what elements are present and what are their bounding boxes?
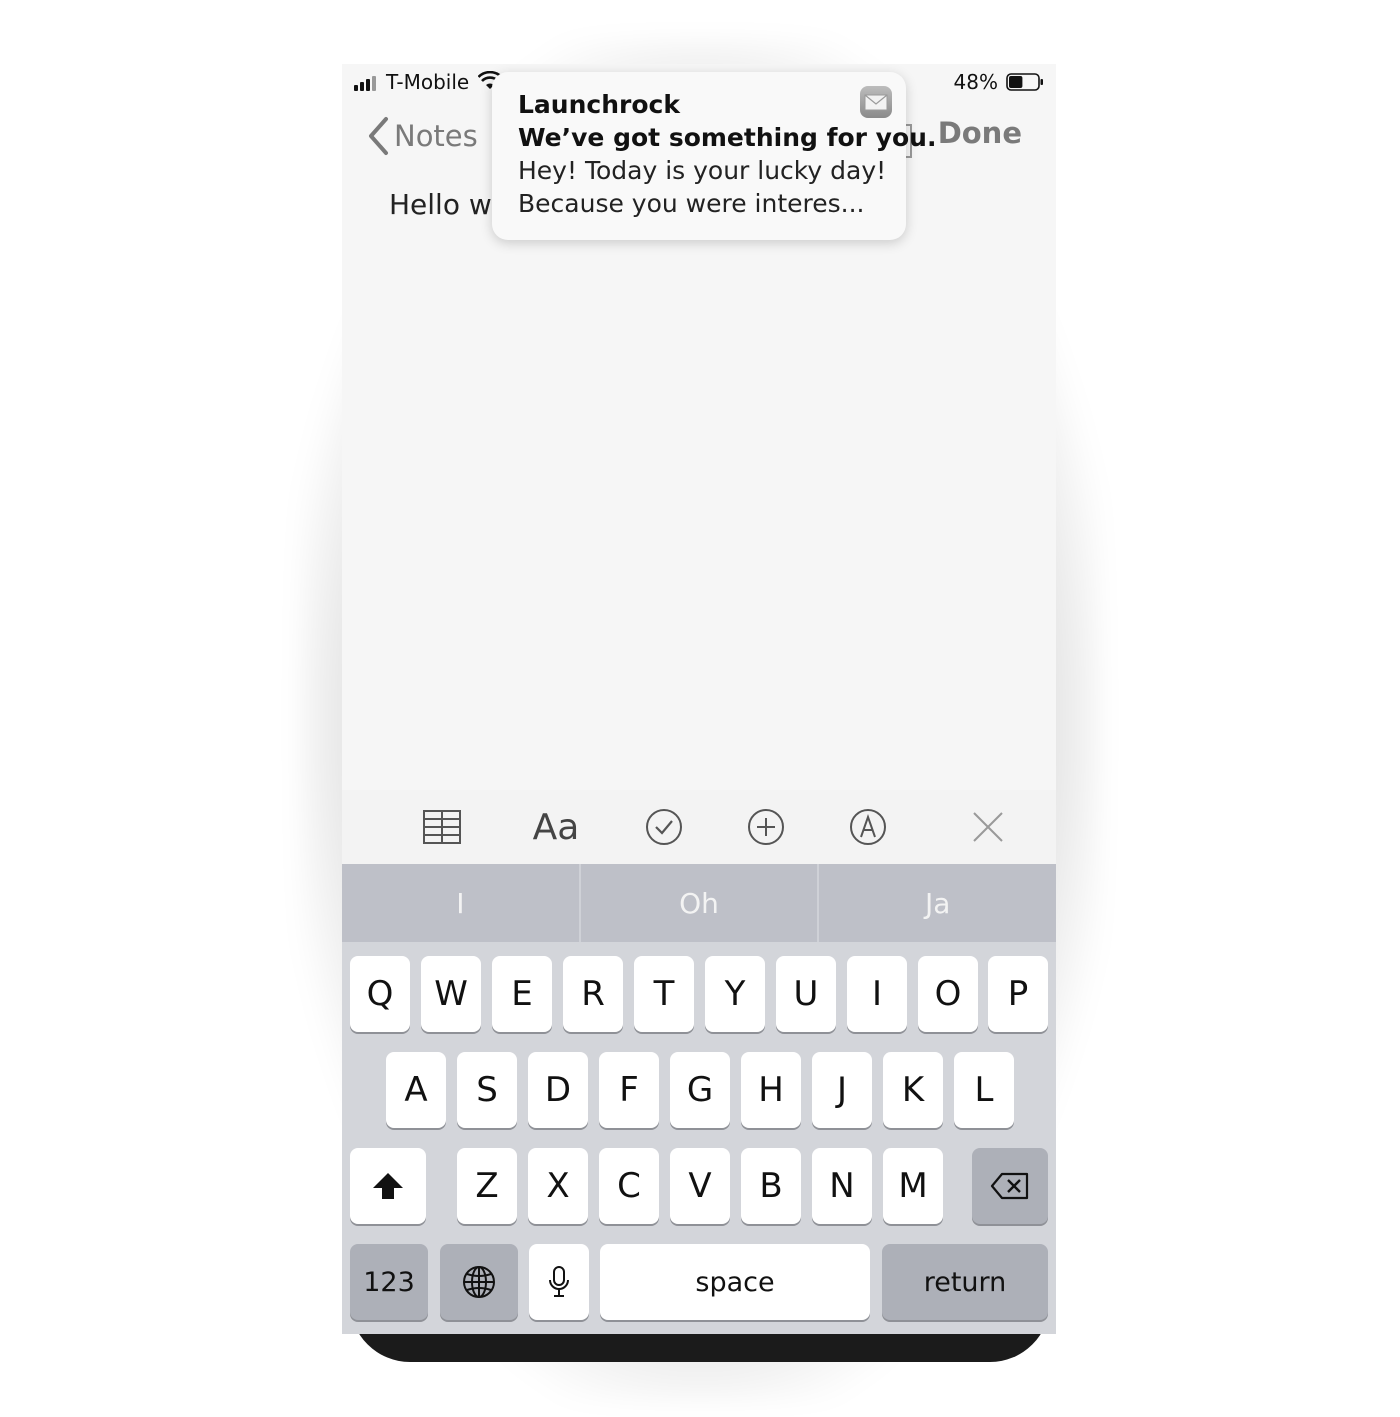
predictive-text-bar: I Oh Ja [342,864,1056,942]
key-k[interactable]: K [883,1052,943,1128]
formatting-toolbar: Aa [342,790,1056,864]
key-d[interactable]: D [528,1052,588,1128]
key-p[interactable]: P [988,956,1048,1032]
return-key[interactable]: return [882,1244,1048,1320]
phone-screen: T-Mobile 48% Notes Done Hello wo Aa I Oh… [342,64,1056,1334]
key-c[interactable]: C [599,1148,659,1224]
key-t[interactable]: T [634,956,694,1032]
delete-key[interactable] [972,1148,1048,1224]
format-text-icon[interactable]: Aa [526,790,586,864]
note-body-text[interactable]: Hello wo [389,188,509,221]
notification-app-name: Launchrock [518,90,680,119]
key-z[interactable]: Z [457,1148,517,1224]
key-y[interactable]: Y [705,956,765,1032]
mail-icon [860,86,892,118]
battery-icon [1006,73,1043,91]
notification-title: We’ve got something for you. [518,123,937,152]
done-button[interactable]: Done [938,116,1022,150]
key-n[interactable]: N [812,1148,872,1224]
notification-body-line: Because you were interes... [518,189,865,218]
shift-icon [373,1173,403,1199]
globe-key[interactable] [440,1244,518,1320]
microphone-icon [549,1266,569,1297]
backspace-icon [990,1172,1029,1200]
back-button[interactable]: Notes [366,114,478,158]
numbers-key[interactable]: 123 [350,1244,428,1320]
suggestion-item[interactable]: I [342,864,581,942]
key-m[interactable]: M [883,1148,943,1224]
notification-banner[interactable]: Launchrock We’ve got something for you. … [492,72,936,240]
key-w[interactable]: W [421,956,481,1032]
keyboard: Q W E R T Y U I O P A S D F G H J K L Z … [342,942,1056,1334]
signal-strength-icon [354,75,380,91]
add-icon[interactable] [744,790,788,864]
key-f[interactable]: F [599,1052,659,1128]
key-g[interactable]: G [670,1052,730,1128]
carrier-name: T-Mobile [386,70,470,94]
table-icon[interactable] [418,790,466,864]
shift-key[interactable] [350,1148,426,1224]
key-x[interactable]: X [528,1148,588,1224]
key-v[interactable]: V [670,1148,730,1224]
close-icon[interactable] [968,790,1008,864]
battery-percentage: 48% [953,70,998,94]
notification-body-line: Hey! Today is your lucky day! [518,156,887,185]
key-o[interactable]: O [918,956,978,1032]
chevron-left-icon [369,117,388,155]
dictation-key[interactable] [529,1244,589,1320]
key-l[interactable]: L [954,1052,1014,1128]
suggestion-item[interactable]: Ja [819,864,1056,942]
key-q[interactable]: Q [350,956,410,1032]
markup-icon[interactable] [846,790,890,864]
globe-icon [463,1266,495,1298]
key-j[interactable]: J [812,1052,872,1128]
key-u[interactable]: U [776,956,836,1032]
key-s[interactable]: S [457,1052,517,1128]
key-b[interactable]: B [741,1148,801,1224]
key-e[interactable]: E [492,956,552,1032]
key-a[interactable]: A [386,1052,446,1128]
back-button-label: Notes [394,119,478,153]
key-i[interactable]: I [847,956,907,1032]
space-key[interactable]: space [600,1244,870,1320]
key-r[interactable]: R [563,956,623,1032]
checklist-icon[interactable] [642,790,686,864]
key-h[interactable]: H [741,1052,801,1128]
suggestion-item[interactable]: Oh [581,864,820,942]
